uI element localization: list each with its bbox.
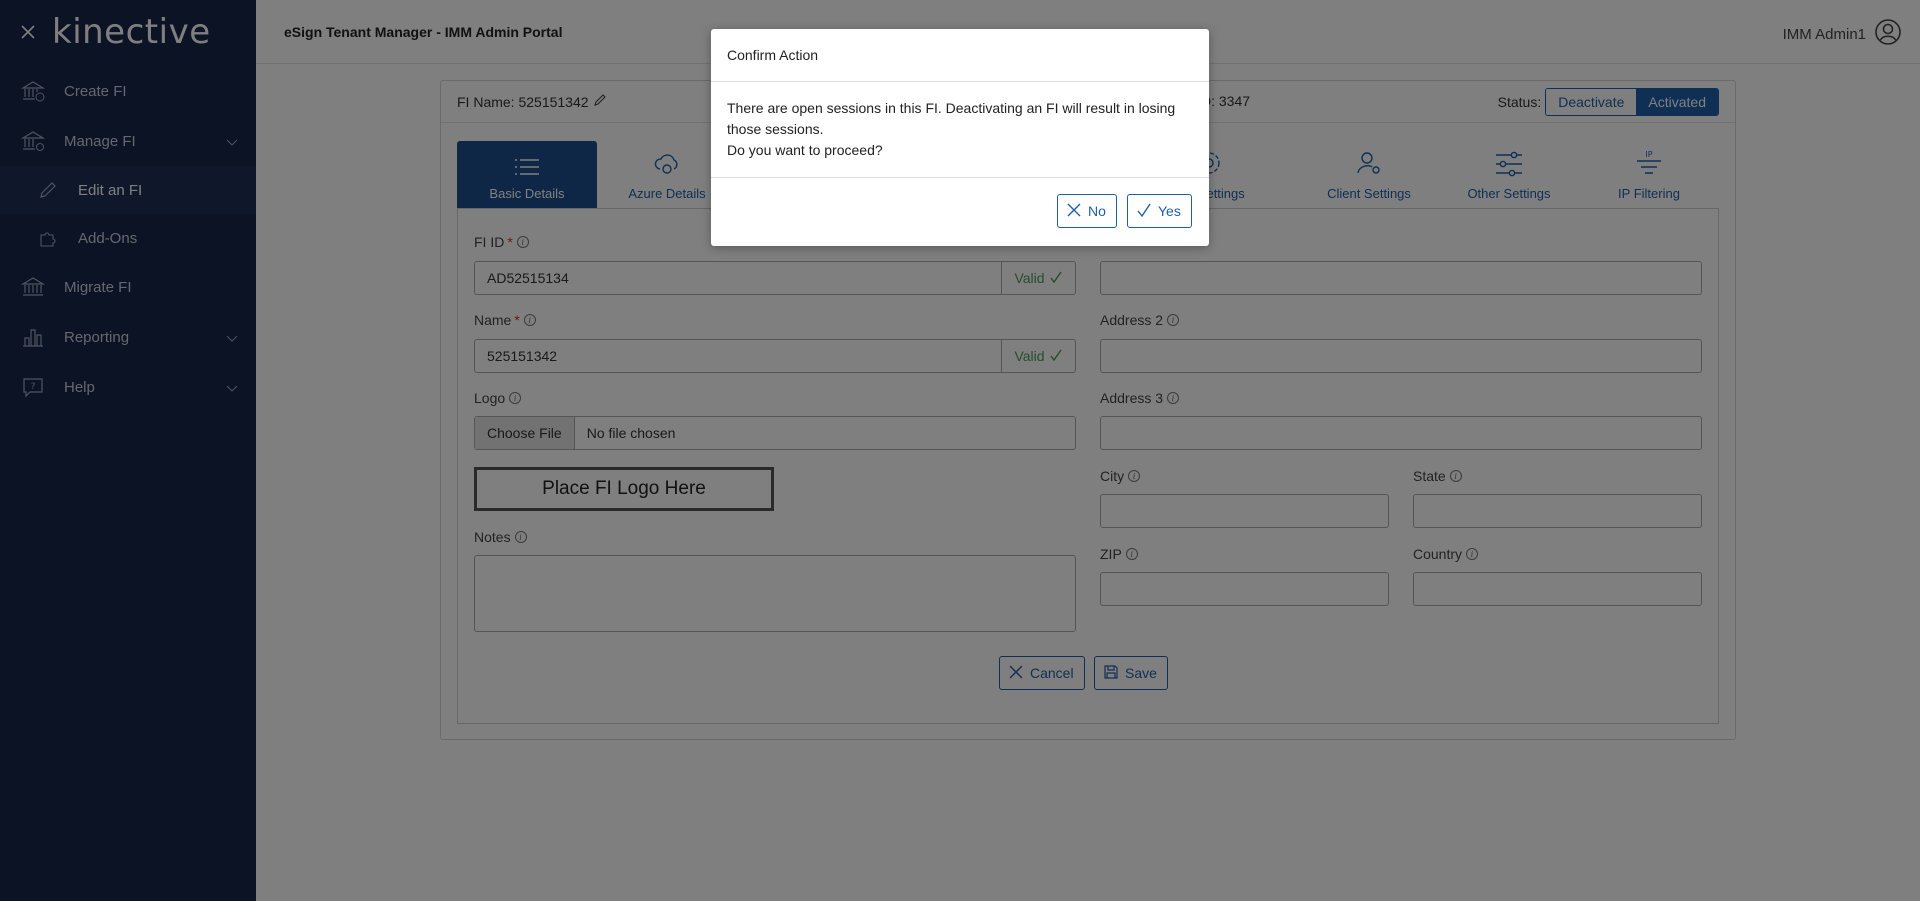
- dialog-message: There are open sessions in this FI. Deac…: [727, 100, 1176, 137]
- dialog-question: Do you want to proceed?: [727, 142, 883, 158]
- checkmark-icon: [1136, 202, 1152, 221]
- dialog-footer: No Yes: [711, 178, 1209, 246]
- yes-button[interactable]: Yes: [1127, 194, 1192, 228]
- no-button[interactable]: No: [1057, 194, 1117, 228]
- dialog-title: Confirm Action: [711, 29, 1209, 82]
- confirm-dialog: Confirm Action There are open sessions i…: [711, 29, 1209, 246]
- yes-label: Yes: [1158, 203, 1181, 219]
- close-icon: [1066, 202, 1082, 221]
- no-label: No: [1088, 203, 1106, 219]
- dialog-body: There are open sessions in this FI. Deac…: [711, 82, 1209, 178]
